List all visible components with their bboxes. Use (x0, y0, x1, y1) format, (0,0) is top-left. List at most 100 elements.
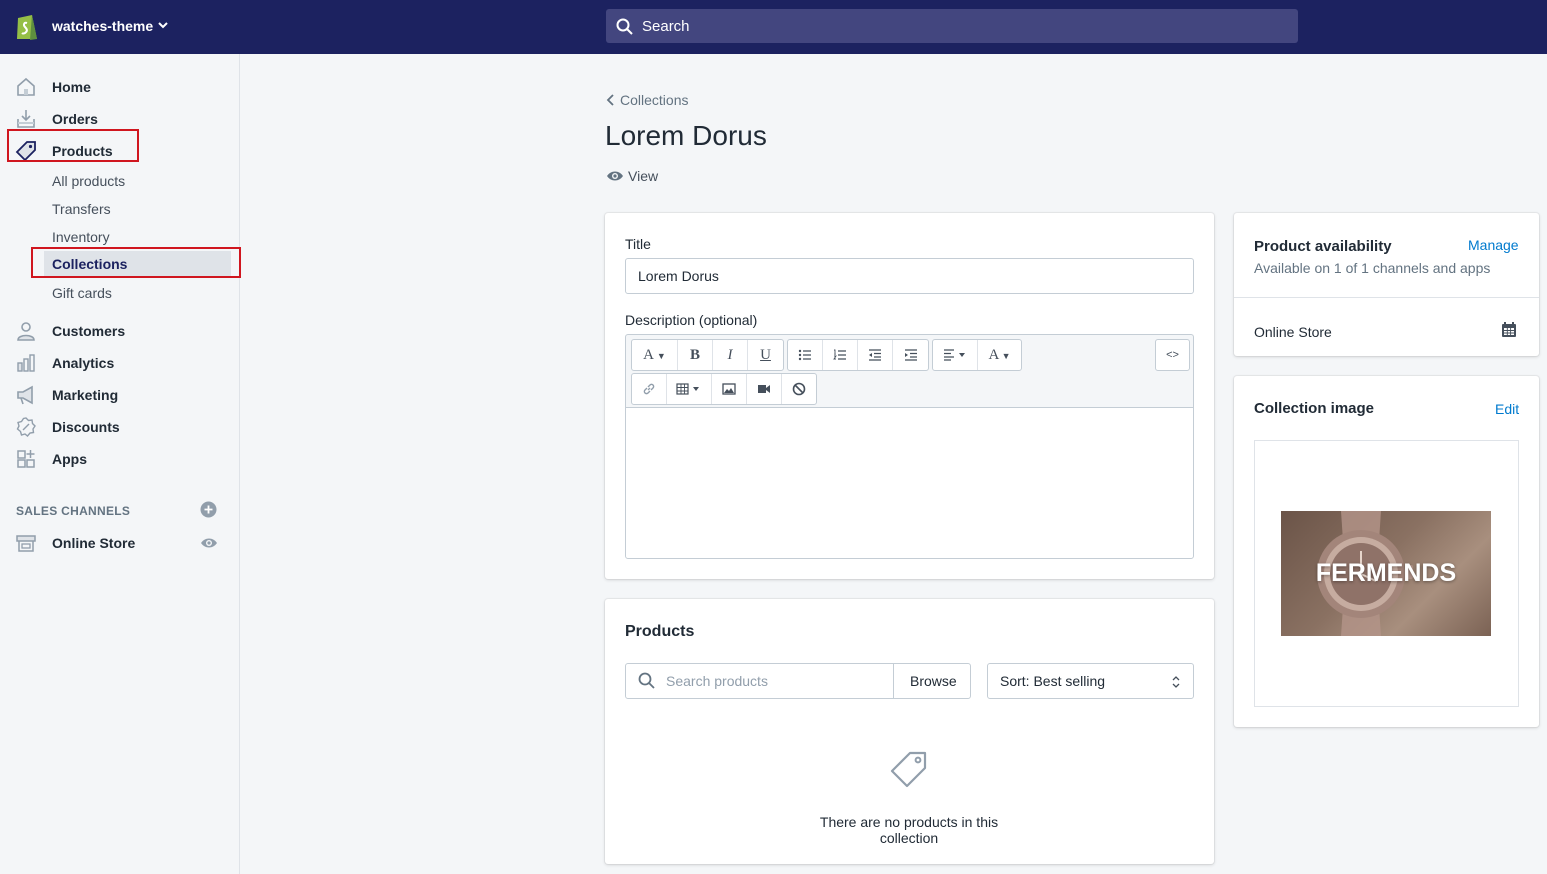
shopify-logo-icon[interactable] (14, 12, 40, 42)
list-group (787, 339, 929, 371)
sales-channels-heading: SALES CHANNELS (16, 504, 131, 518)
sidebar-item-label: Discounts (52, 419, 120, 435)
online-store-channel: Online Store (1254, 324, 1332, 340)
empty-state-text: There are no products in this collection (819, 814, 999, 846)
insert-link-button[interactable] (632, 374, 667, 404)
image-icon (722, 383, 736, 395)
edit-image-link[interactable]: Edit (1495, 401, 1519, 417)
discount-icon (16, 417, 36, 437)
title-input-value: Lorem Dorus (638, 268, 719, 284)
html-toggle-group: <> (1155, 339, 1190, 371)
breadcrumb-label: Collections (620, 92, 689, 108)
sidebar-item-label: Marketing (52, 387, 119, 403)
sidebar-item-discounts[interactable]: Discounts (0, 411, 240, 441)
sidebar-item-analytics[interactable]: Analytics (0, 347, 240, 377)
browse-button[interactable]: Browse (893, 663, 971, 699)
sidebar-item-label: Orders (52, 111, 98, 127)
home-icon (17, 77, 35, 96)
view-label: View (628, 168, 659, 184)
insert-table-dropdown[interactable] (667, 374, 712, 404)
clear-formatting-icon (792, 382, 806, 396)
chevron-down-icon[interactable] (157, 19, 169, 31)
availability-heading: Product availability (1254, 238, 1392, 255)
collection-image-brand-text: FERMENDS (1315, 559, 1457, 587)
underline-button[interactable]: U (748, 340, 783, 370)
sidebar-item-label: Online Store (52, 535, 136, 551)
clear-formatting-button[interactable] (782, 374, 816, 404)
rich-text-toolbar: A ▼ B I U A ▼ <> (625, 334, 1194, 408)
show-html-button[interactable]: <> (1156, 340, 1189, 370)
italic-button[interactable]: I (713, 340, 748, 370)
sidebar-subitem-inventory[interactable]: Inventory (52, 229, 110, 245)
sidebar-item-customers[interactable]: Customers (0, 315, 240, 345)
apps-icon (17, 450, 35, 468)
align-left-icon (944, 349, 965, 361)
divider (1234, 297, 1539, 298)
insert-group (631, 373, 817, 405)
sidebar-item-home[interactable]: Home (0, 71, 240, 101)
highlight-box-collections (31, 247, 241, 278)
sidebar-subitem-gift-cards[interactable]: Gift cards (52, 285, 112, 301)
global-search-input[interactable]: Search (606, 9, 1298, 43)
store-icon (16, 535, 36, 552)
sidebar-item-apps[interactable]: Apps (0, 443, 240, 473)
select-arrows-icon (1172, 676, 1180, 688)
availability-subtitle: Available on 1 of 1 channels and apps (1254, 260, 1491, 276)
manage-link[interactable]: Manage (1468, 237, 1519, 253)
store-name[interactable]: watches-theme (52, 18, 153, 34)
bulleted-list-icon (798, 349, 811, 361)
eye-icon[interactable] (200, 535, 218, 551)
outdent-button[interactable] (858, 340, 893, 370)
search-icon (616, 18, 633, 35)
eye-icon (607, 171, 623, 181)
table-icon (676, 383, 699, 395)
insert-video-button[interactable] (747, 374, 782, 404)
text-color-dropdown[interactable]: A ▼ (978, 340, 1021, 370)
align-color-group: A ▼ (932, 339, 1022, 371)
description-editor[interactable] (625, 407, 1194, 559)
sidebar-item-label: Customers (52, 323, 126, 339)
title-field-label: Title (625, 236, 651, 252)
indent-button[interactable] (893, 340, 928, 370)
sidebar-item-marketing[interactable]: Marketing (0, 379, 240, 409)
search-products-placeholder: Search products (666, 673, 768, 689)
top-bar: watches-theme Search (0, 0, 1547, 54)
search-placeholder: Search (642, 18, 690, 35)
title-input[interactable]: Lorem Dorus (625, 258, 1194, 294)
align-dropdown[interactable] (933, 340, 978, 370)
sidebar-item-label: Analytics (52, 355, 115, 371)
description-field-label: Description (optional) (625, 312, 758, 328)
collection-image-frame[interactable]: FERMENDS (1254, 440, 1519, 707)
numbered-list-icon (833, 349, 846, 360)
format-group: A ▼ B I U (631, 339, 784, 371)
link-icon (643, 383, 655, 395)
analytics-icon (17, 354, 35, 372)
highlight-box-products (7, 129, 139, 162)
sidebar-subitem-transfers[interactable]: Transfers (52, 201, 111, 217)
chevron-left-icon (606, 94, 614, 106)
sidebar: Home Orders Products All products Transf… (0, 54, 240, 874)
sort-value: Sort: Best selling (1000, 673, 1106, 689)
video-icon (758, 385, 770, 393)
bulleted-list-button[interactable] (788, 340, 823, 370)
empty-tag-icon (890, 751, 927, 788)
insert-image-button[interactable] (712, 374, 747, 404)
indent-icon (904, 349, 917, 361)
calendar-icon[interactable] (1501, 321, 1517, 338)
sort-select[interactable]: Sort: Best selling (987, 663, 1194, 699)
sidebar-item-label: Home (52, 79, 91, 95)
collection-image-heading: Collection image (1254, 400, 1375, 417)
orders-icon (17, 110, 35, 128)
bold-button[interactable]: B (678, 340, 713, 370)
products-heading: Products (625, 623, 695, 640)
page-title: Lorem Dorus (605, 120, 767, 151)
search-products-input[interactable]: Search products (625, 663, 894, 699)
outdent-icon (869, 349, 881, 361)
sidebar-item-label: Apps (52, 451, 87, 467)
font-format-dropdown[interactable]: A ▼ (632, 340, 678, 370)
megaphone-icon (17, 385, 33, 405)
add-sales-channel-icon[interactable] (200, 501, 217, 518)
search-icon (638, 672, 655, 689)
numbered-list-button[interactable] (823, 340, 858, 370)
sidebar-subitem-all-products[interactable]: All products (52, 173, 125, 189)
